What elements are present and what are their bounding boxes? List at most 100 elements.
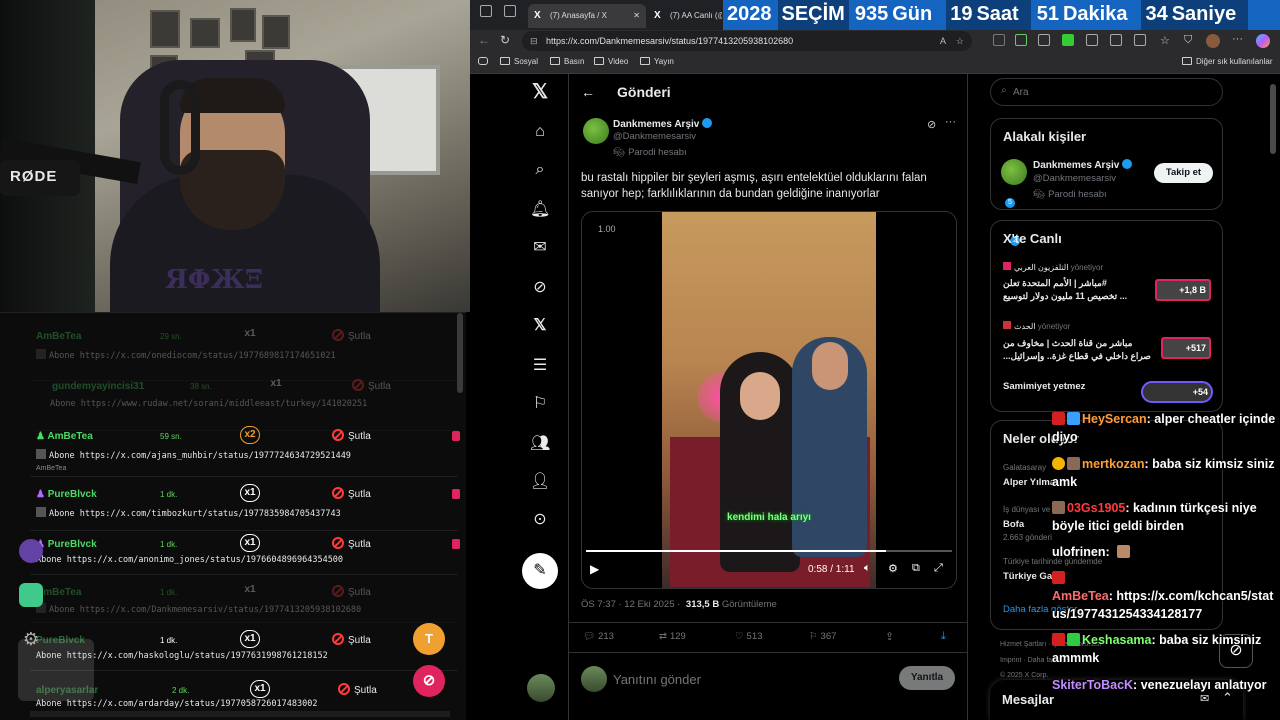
live-host[interactable]: الحدث yönetiyor (1003, 321, 1070, 331)
live-listeners[interactable]: +1,8 B (1155, 279, 1211, 301)
live-space-title[interactable]: مباشر | الأمم المتحدة تعلن# تخصيص 11 مليو… (1003, 277, 1153, 303)
favorites-icon[interactable]: ☆ (1160, 34, 1170, 47)
search-input[interactable] (1013, 84, 1203, 100)
video-player[interactable]: 1.00 kendimi hala arıyı ▶ 0:58 / 1:11 🔈︎… (581, 211, 957, 589)
extension-icon[interactable] (1015, 34, 1027, 46)
compose-post-button[interactable]: ✎ (522, 553, 558, 589)
x-home-logo-icon[interactable]: 𝕏 (530, 82, 550, 102)
log-url[interactable]: Abone https://www.rudaw.net/sorani/middl… (50, 399, 367, 409)
trend-name[interactable]: Bofa (1003, 519, 1024, 530)
live-listeners[interactable]: +54 (1141, 381, 1213, 403)
share-icon[interactable]: ⇪ (885, 630, 894, 643)
playback-speed[interactable]: 1.00 (598, 224, 616, 234)
bookmarks-icon[interactable]: ⚐ (530, 394, 550, 414)
workspaces-icon[interactable] (480, 5, 492, 17)
checkbox-icon[interactable] (36, 449, 46, 459)
messages-icon[interactable]: ✉ (530, 238, 550, 258)
extension-icon[interactable] (1062, 34, 1074, 46)
checkbox-icon[interactable] (36, 349, 46, 359)
grok-explain-icon[interactable]: ⊘ (927, 118, 936, 131)
author-name[interactable]: Dankmemes Arşiv (613, 118, 713, 130)
like-button[interactable]: ♡ 513 (735, 631, 762, 642)
log-url[interactable]: Abone https://x.com/timbozkurt/status/19… (36, 507, 341, 519)
log-url[interactable]: Abone https://x.com/onediocom/status/197… (36, 349, 336, 361)
extension-icon[interactable] (1038, 34, 1050, 46)
extension-icon[interactable] (993, 34, 1005, 46)
log-user[interactable]: ♟ AmBeTea (36, 431, 93, 442)
bookmark-video[interactable]: Video (594, 57, 628, 66)
repost-button[interactable]: ⇄ 129 (659, 631, 686, 642)
page-scrollbar[interactable] (1270, 84, 1276, 154)
follow-button[interactable]: Takip et (1154, 163, 1213, 183)
reply-submit-button[interactable]: Yanıtla (899, 666, 955, 690)
twitch-icon[interactable] (19, 539, 43, 563)
copilot-icon[interactable] (1256, 34, 1270, 48)
settings-icon[interactable]: ⚙ (888, 562, 898, 575)
log-row[interactable]: ♟ AmBeTea 59 sn. x2 Şutla Abone https://… (30, 421, 460, 477)
video-progress-track[interactable] (586, 550, 952, 552)
log-row[interactable]: AmBeTea 1 dk. x1 Şutla Abone https://x.c… (30, 577, 458, 623)
checkbox-icon[interactable] (36, 507, 46, 517)
skip-button[interactable]: Şutla (332, 429, 371, 442)
lists-icon[interactable]: ☰ (530, 356, 550, 376)
back-arrow-icon[interactable]: ← (581, 84, 595, 100)
reply-button[interactable]: 💬︎ 213 (583, 631, 614, 642)
user-avatar-button[interactable]: T (413, 623, 445, 655)
app-icon[interactable] (19, 583, 43, 607)
log-user[interactable]: ♟ PureBlvck (36, 539, 97, 550)
log-user[interactable]: ♟ PureBlvck (36, 489, 97, 500)
author-handle[interactable]: @Dankmemesarsiv (613, 131, 696, 142)
home-icon[interactable]: ⌂ (530, 122, 550, 142)
search-box[interactable]: ⌕ (990, 78, 1223, 106)
more-circle-icon[interactable]: ⊙ (530, 510, 550, 530)
url-input[interactable]: ⊟ https://x.com/Dankmemesarsiv/status/19… (522, 31, 972, 51)
shield-icon[interactable]: ⛉ (1184, 34, 1192, 47)
log-url[interactable]: Abone https://x.com/Dankmemesarsiv/statu… (36, 603, 361, 615)
related-handle[interactable]: @Dankmemesarsiv (1033, 173, 1116, 184)
log-url[interactable]: Abone https://x.com/ajans_muhbir/status/… (36, 449, 351, 461)
skip-button[interactable]: Şutla (332, 537, 371, 550)
read-aloud-icon[interactable]: A (940, 31, 946, 51)
skip-button[interactable]: Şutla (338, 683, 377, 696)
log-row[interactable]: ♟ PureBlvck 1 dk. x1 Şutla Abone https:/… (30, 479, 460, 531)
skip-button[interactable]: Şutla (332, 585, 371, 598)
back-icon[interactable]: ← (478, 33, 490, 47)
play-icon[interactable]: ▶ (590, 562, 599, 576)
download-icon[interactable]: ⤓ (941, 630, 946, 643)
related-avatar[interactable] (1001, 159, 1027, 185)
live-space-title[interactable]: مباشر من قناة الحدث | مخاوف من ...صراع دا… (1003, 337, 1153, 363)
log-row[interactable]: PureBlvck 1 dk. x1 Şutla Abone https://x… (30, 625, 458, 671)
extension-icon[interactable] (1086, 34, 1098, 46)
profile-avatar[interactable] (1206, 34, 1220, 48)
live-space-title[interactable]: Samimiyet yetmez (1003, 381, 1085, 392)
log-user[interactable]: gundemyayincisi31 (52, 381, 144, 392)
notifications-bell-icon[interactable]: 🔔︎ (530, 200, 550, 220)
picture-in-picture-icon[interactable]: ⧉ (912, 562, 920, 575)
communities-icon[interactable]: 👥︎ (530, 434, 550, 454)
fullscreen-icon[interactable]: ⤢ (934, 562, 943, 575)
bookmark-other-favorites[interactable]: Diğer sık kullanılanlar (1182, 57, 1272, 66)
volume-icon[interactable]: 🔈︎ (864, 562, 871, 575)
grok-icon[interactable]: ⊘ (530, 278, 550, 298)
site-info-icon[interactable]: ⊟ (530, 31, 538, 51)
log-row[interactable]: ♟ PureBlvck 1 dk. x1 Şutla Abone https:/… (30, 529, 460, 575)
more-options-icon[interactable]: ··· (945, 116, 956, 128)
live-listeners[interactable]: +517 (1161, 337, 1211, 359)
skip-button[interactable]: Şutla (332, 633, 371, 646)
premium-x-icon[interactable]: 𝕏 (530, 316, 550, 336)
skip-button[interactable]: Şutla (352, 379, 391, 392)
log-url[interactable]: Abone https://x.com/anonimo_jones/status… (36, 555, 343, 565)
tab-anasayfa[interactable]: X (7) Anasayfa / X ✕ (528, 4, 646, 28)
tab-actions-icon[interactable] (504, 5, 516, 17)
skip-button[interactable]: Şutla (332, 329, 371, 342)
reply-input[interactable] (613, 668, 863, 690)
bookmark-icon[interactable] (478, 57, 492, 66)
favorite-star-icon[interactable]: ☆ (956, 31, 964, 51)
split-screen-icon[interactable] (1134, 34, 1146, 46)
extension-icon[interactable] (1110, 34, 1122, 46)
trend-name[interactable]: Alper Yılma (1003, 477, 1055, 488)
bookmark-basin[interactable]: Basın (550, 57, 584, 66)
skip-button[interactable]: Şutla (332, 487, 371, 500)
author-avatar[interactable] (583, 118, 609, 144)
refresh-icon[interactable]: ↻ (500, 33, 510, 47)
